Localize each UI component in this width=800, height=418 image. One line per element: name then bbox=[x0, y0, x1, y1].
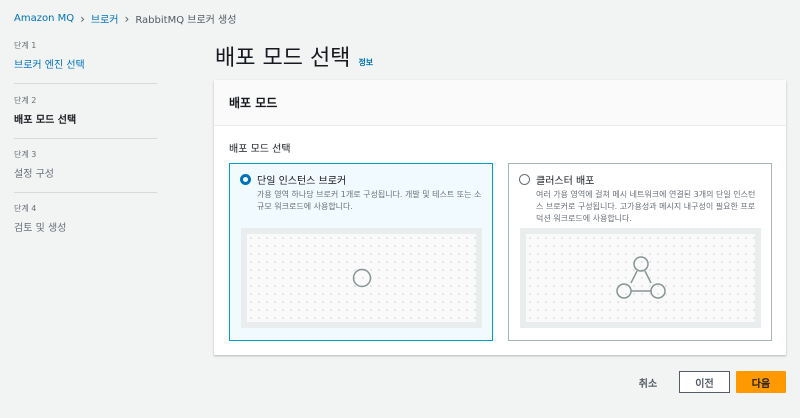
step-1[interactable]: 단계 1 브로커 엔진 선택 bbox=[14, 40, 157, 84]
step-number: 단계 1 bbox=[14, 41, 37, 50]
cluster-diagram bbox=[520, 228, 761, 328]
option-description: 가용 영역 하나당 브로커 1개로 구성됩니다. 개발 및 테스트 또는 소규모… bbox=[257, 190, 482, 211]
step-title: 배포 모드 선택 bbox=[14, 115, 77, 126]
breadcrumb-amazon-mq[interactable]: Amazon MQ bbox=[14, 13, 74, 24]
step-number: 단계 2 bbox=[14, 96, 37, 105]
radio-selected[interactable] bbox=[240, 174, 251, 185]
step-number: 단계 3 bbox=[14, 150, 37, 159]
breadcrumb: Amazon MQ › 브로커 › RabbitMQ 브로커 생성 bbox=[14, 11, 237, 27]
cluster-nodes-icon bbox=[615, 256, 666, 299]
option-description: 여러 가용 영역에 걸쳐 메시 네트워크에 연결된 3개의 단일 인스턴스 브로… bbox=[536, 190, 756, 223]
radio-unselected[interactable] bbox=[519, 174, 530, 185]
step-title: 설정 구성 bbox=[14, 169, 54, 180]
step-link[interactable]: 브로커 엔진 선택 bbox=[14, 56, 157, 71]
step-2: 단계 2 배포 모드 선택 bbox=[14, 95, 157, 139]
option-single-instance[interactable]: 단일 인스턴스 브로커 가용 영역 하나당 브로커 1개로 구성됩니다. 개발 … bbox=[229, 163, 493, 341]
single-node-icon bbox=[352, 268, 371, 288]
info-link[interactable]: 정보 bbox=[358, 57, 373, 68]
option-title: 클러스터 배포 bbox=[536, 176, 595, 187]
step-number: 단계 4 bbox=[14, 204, 37, 213]
breadcrumb-current: RabbitMQ 브로커 생성 bbox=[135, 15, 237, 26]
single-instance-diagram bbox=[241, 228, 482, 328]
panel-header: 배포 모드 bbox=[214, 80, 786, 126]
page-title: 배포 모드 선택 정보 bbox=[215, 40, 373, 72]
chevron-right-icon: › bbox=[124, 11, 130, 26]
step-4: 단계 4 검토 및 생성 bbox=[14, 203, 157, 246]
next-button[interactable]: 다음 bbox=[736, 371, 786, 393]
breadcrumb-brokers[interactable]: 브로커 bbox=[91, 11, 119, 26]
deployment-mode-panel: 배포 모드 배포 모드 선택 단일 인스턴스 브로커 가용 영역 하나당 브로커… bbox=[214, 80, 786, 355]
option-cluster[interactable]: 클러스터 배포 여러 가용 영역에 걸쳐 메시 네트워크에 연결된 3개의 단일… bbox=[508, 163, 772, 341]
previous-button[interactable]: 이전 bbox=[679, 371, 730, 393]
chevron-right-icon: › bbox=[80, 11, 85, 26]
cancel-button[interactable]: 취소 bbox=[628, 371, 668, 393]
option-title: 단일 인스턴스 브로커 bbox=[257, 176, 347, 187]
page-title-text: 배포 모드 선택 bbox=[215, 46, 351, 71]
field-label: 배포 모드 선택 bbox=[229, 144, 291, 155]
step-3: 단계 3 설정 구성 bbox=[14, 149, 157, 193]
step-title: 검토 및 생성 bbox=[14, 223, 67, 234]
